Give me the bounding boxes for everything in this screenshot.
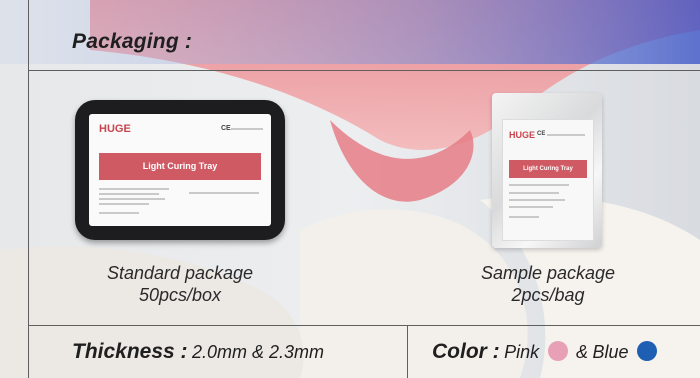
box-fine-print bbox=[99, 193, 159, 195]
sample-package-title: Sample package bbox=[480, 263, 616, 283]
bag-fine-print bbox=[509, 199, 565, 201]
bag-fine-print bbox=[509, 192, 559, 194]
box-fine-print bbox=[99, 212, 139, 214]
divider-bottom bbox=[28, 325, 700, 326]
color-option-blue: Blue bbox=[592, 342, 629, 362]
bag-product-band: Light Curing Tray bbox=[509, 160, 587, 178]
bag-fine-print bbox=[509, 206, 553, 208]
thickness-spec: Thickness : 2.0mm & 2.3mm bbox=[72, 340, 324, 364]
frame-left bbox=[28, 0, 29, 378]
bag-fine-print bbox=[509, 216, 539, 218]
divider-top bbox=[28, 70, 700, 71]
bag-brand: HUGE bbox=[509, 130, 536, 140]
color-option-pink: Pink bbox=[504, 342, 540, 362]
standard-package-title: Standard package bbox=[106, 263, 254, 283]
color-spec: Color : Pink & Blue bbox=[432, 340, 661, 364]
box-fine-print bbox=[99, 198, 165, 200]
bag-ce-mark: CE bbox=[537, 131, 546, 137]
thickness-value: 2.0mm & 2.3mm bbox=[192, 342, 325, 362]
standard-package-caption: Standard package 50pcs/box bbox=[70, 262, 290, 306]
box-ce-mark: CE bbox=[221, 125, 231, 132]
sample-package-quantity: 2pcs/bag bbox=[511, 285, 585, 305]
product-spec-panel: Packaging : HUGE CE Light Curing Tray HU… bbox=[0, 0, 700, 378]
packaging-heading: Packaging : bbox=[72, 30, 193, 53]
sample-package-bag: HUGE CE Light Curing Tray bbox=[492, 93, 602, 248]
sample-package-caption: Sample package 2pcs/bag bbox=[438, 262, 658, 306]
color-connector: & bbox=[576, 342, 589, 362]
box-brand: HUGE bbox=[99, 123, 131, 135]
bag-label: HUGE CE Light Curing Tray bbox=[502, 119, 594, 241]
standard-package-quantity: 50pcs/box bbox=[138, 285, 222, 305]
box-product-band: Light Curing Tray bbox=[99, 153, 261, 180]
pink-swatch bbox=[547, 341, 568, 361]
bag-fine-print bbox=[547, 134, 585, 136]
divider-spec bbox=[407, 325, 408, 378]
standard-package-box: HUGE CE Light Curing Tray bbox=[75, 100, 285, 240]
blue-swatch bbox=[636, 341, 657, 361]
box-fine-print bbox=[99, 188, 169, 190]
box-fine-print bbox=[231, 128, 263, 130]
box-fine-print bbox=[99, 203, 149, 205]
box-label: HUGE CE Light Curing Tray bbox=[89, 114, 271, 226]
thickness-label: Thickness : bbox=[72, 340, 188, 363]
color-label: Color : bbox=[432, 340, 500, 363]
box-fine-print bbox=[189, 192, 259, 194]
bag-fine-print bbox=[509, 184, 569, 186]
